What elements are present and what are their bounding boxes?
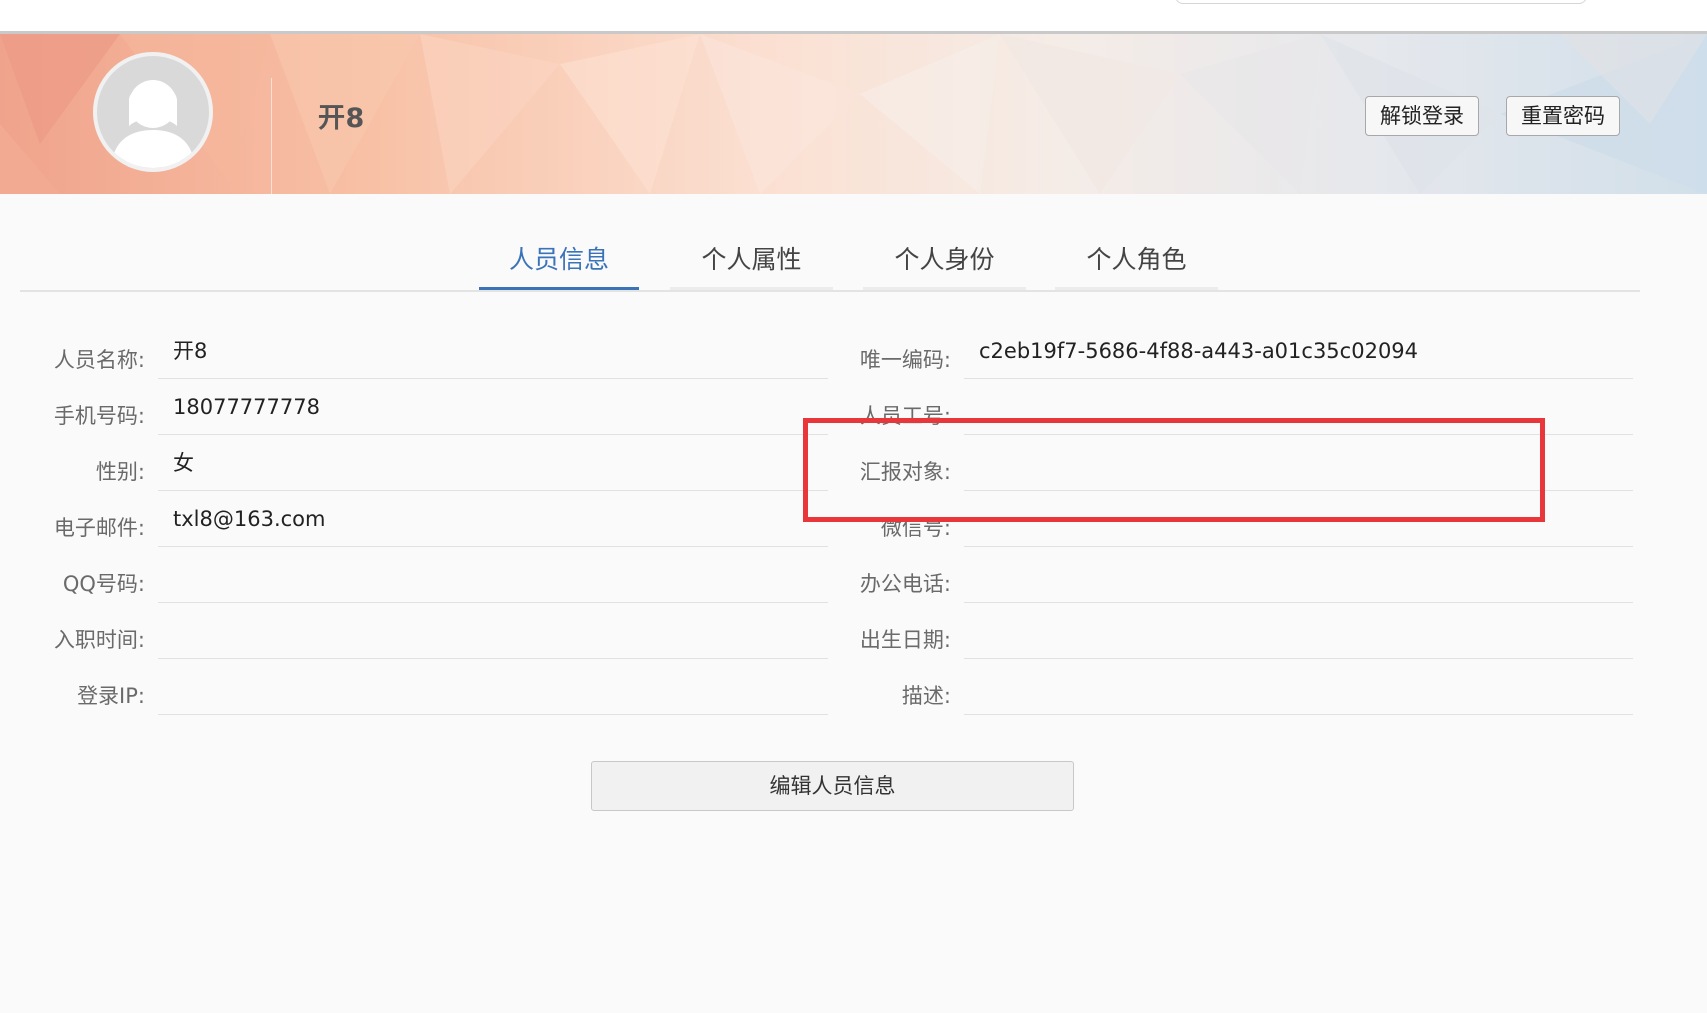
user-avatar-icon bbox=[111, 80, 195, 168]
tab-personal-attributes[interactable]: 个人属性 bbox=[670, 240, 833, 290]
value-birth-date bbox=[964, 603, 1633, 659]
value-mobile: 18077777778 bbox=[158, 379, 828, 435]
label-email: 电子邮件: bbox=[53, 516, 145, 540]
label-person-name: 人员名称: bbox=[53, 348, 145, 372]
profile-banner: 开8 解锁登录 重置密码 bbox=[0, 34, 1707, 194]
label-description: 描述: bbox=[901, 684, 951, 708]
profile-tabs: 人员信息 个人属性 个人身份 个人角色 bbox=[20, 220, 1640, 292]
label-login-ip: 登录IP: bbox=[77, 684, 145, 708]
tab-personal-roles[interactable]: 个人角色 bbox=[1055, 240, 1218, 290]
banner-divider bbox=[271, 78, 272, 194]
label-qq: QQ号码: bbox=[62, 572, 145, 596]
tab-personal-identity[interactable]: 个人身份 bbox=[863, 240, 1026, 290]
label-report-to: 汇报对象: bbox=[859, 460, 951, 484]
value-description bbox=[964, 659, 1633, 715]
reset-password-button[interactable]: 重置密码 bbox=[1506, 96, 1620, 136]
value-office-phone bbox=[964, 547, 1633, 603]
value-report-to bbox=[964, 435, 1633, 491]
label-employee-id: 人员工号: bbox=[859, 404, 951, 428]
label-wechat: 微信号: bbox=[880, 516, 951, 540]
value-gender: 女 bbox=[158, 435, 828, 491]
value-email: txl8@163.com bbox=[158, 491, 828, 547]
top-search-box[interactable] bbox=[1175, 0, 1587, 4]
profile-user-name: 开8 bbox=[318, 103, 365, 134]
label-gender: 性别: bbox=[95, 460, 145, 484]
value-person-name: 开8 bbox=[158, 323, 828, 379]
unlock-login-button[interactable]: 解锁登录 bbox=[1365, 96, 1479, 136]
tab-person-info[interactable]: 人员信息 bbox=[479, 240, 639, 290]
value-hire-date bbox=[158, 603, 828, 659]
value-login-ip bbox=[158, 659, 828, 715]
value-qq bbox=[158, 547, 828, 603]
label-birth-date: 出生日期: bbox=[859, 628, 951, 652]
value-employee-id bbox=[964, 379, 1633, 435]
label-office-phone: 办公电话: bbox=[859, 572, 951, 596]
label-mobile: 手机号码: bbox=[53, 404, 145, 428]
edit-person-info-button[interactable]: 编辑人员信息 bbox=[591, 761, 1074, 811]
avatar bbox=[93, 52, 213, 172]
value-unique-code: c2eb19f7-5686-4f88-a443-a01c35c02094 bbox=[964, 323, 1633, 379]
value-wechat bbox=[964, 491, 1633, 547]
top-bar bbox=[0, 0, 1707, 34]
label-unique-code: 唯一编码: bbox=[859, 348, 951, 372]
label-hire-date: 入职时间: bbox=[53, 628, 145, 652]
